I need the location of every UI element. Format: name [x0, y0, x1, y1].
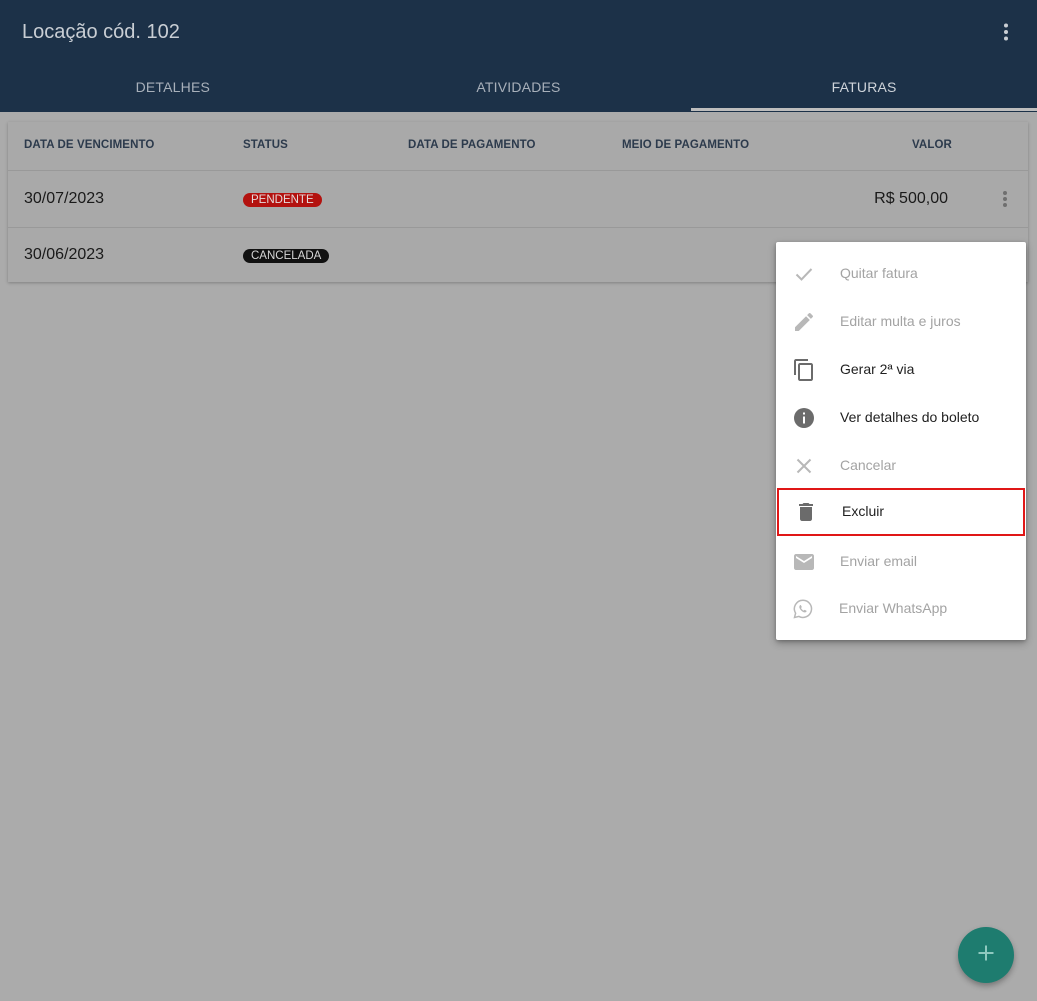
header-value[interactable]: VALOR [912, 139, 952, 151]
table-header: DATA DE VENCIMENTO STATUS DATA DE PAGAME… [8, 122, 1028, 171]
due-date-cell: 30/06/2023 [24, 246, 105, 263]
menu-item-label: Enviar WhatsApp [839, 600, 948, 616]
due-date-cell: 30/07/2023 [24, 190, 105, 207]
menu-item-label: Quitar fatura [840, 265, 918, 281]
status-badge: PENDENTE [243, 193, 322, 207]
menu-item-label: Enviar email [840, 553, 918, 569]
info-icon [792, 406, 816, 430]
add-invoice-button[interactable] [958, 927, 1014, 983]
tab-faturas[interactable]: FATURAS [691, 64, 1037, 110]
menu-item-label: Ver detalhes do boleto [840, 409, 980, 425]
email-icon [792, 550, 816, 574]
menu-item-gerar-2a-via[interactable]: Gerar 2ª via [776, 346, 1026, 394]
header-due-date[interactable]: DATA DE VENCIMENTO [24, 139, 154, 151]
tab-detalhes[interactable]: DETALHES [0, 64, 346, 110]
copy-icon [792, 358, 816, 382]
header-payment-method[interactable]: MEIO DE PAGAMENTO [622, 139, 749, 151]
header-payment-date[interactable]: DATA DE PAGAMENTO [408, 139, 536, 151]
menu-item-label: Gerar 2ª via [840, 361, 915, 377]
menu-item-excluir[interactable]: Excluir [777, 488, 1025, 536]
check-icon [792, 262, 816, 286]
menu-item-cancelar[interactable]: Cancelar [776, 442, 1026, 490]
menu-item-label: Excluir [842, 503, 885, 519]
more-vert-icon[interactable] [994, 20, 1018, 44]
status-badge: CANCELADA [243, 249, 330, 263]
menu-item-quitar-fatura[interactable]: Quitar fatura [776, 250, 1026, 298]
menu-item-editar-multa[interactable]: Editar multa e juros [776, 298, 1026, 346]
menu-item-enviar-whatsapp[interactable]: Enviar WhatsApp [776, 585, 1026, 633]
page-title: Locação cód. 102 [22, 21, 180, 43]
row-more-vert-icon[interactable] [993, 187, 1017, 211]
menu-item-enviar-email[interactable]: Enviar email [776, 538, 1026, 586]
close-icon [792, 454, 816, 478]
menu-item-label: Editar multa e juros [840, 313, 961, 329]
trash-icon [794, 500, 818, 524]
table-row[interactable]: 30/07/2023 PENDENTE R$ 500,00 [8, 171, 1028, 228]
invoice-context-menu: Quitar fatura Editar multa e juros Gerar… [776, 242, 1026, 640]
value-cell: R$ 500,00 [874, 190, 948, 207]
header-status[interactable]: STATUS [243, 139, 288, 151]
active-tab-indicator [691, 108, 1037, 111]
whatsapp-icon [791, 597, 815, 621]
tab-atividades[interactable]: ATIVIDADES [346, 64, 692, 110]
tab-bar: DETALHES ATIVIDADES FATURAS [0, 64, 1037, 112]
menu-item-ver-detalhes-boleto[interactable]: Ver detalhes do boleto [776, 394, 1026, 442]
app-bar: Locação cód. 102 DETALHES ATIVIDADES FAT… [0, 0, 1037, 112]
menu-item-label: Cancelar [840, 457, 897, 473]
pencil-icon [792, 310, 816, 334]
plus-icon [974, 941, 998, 970]
